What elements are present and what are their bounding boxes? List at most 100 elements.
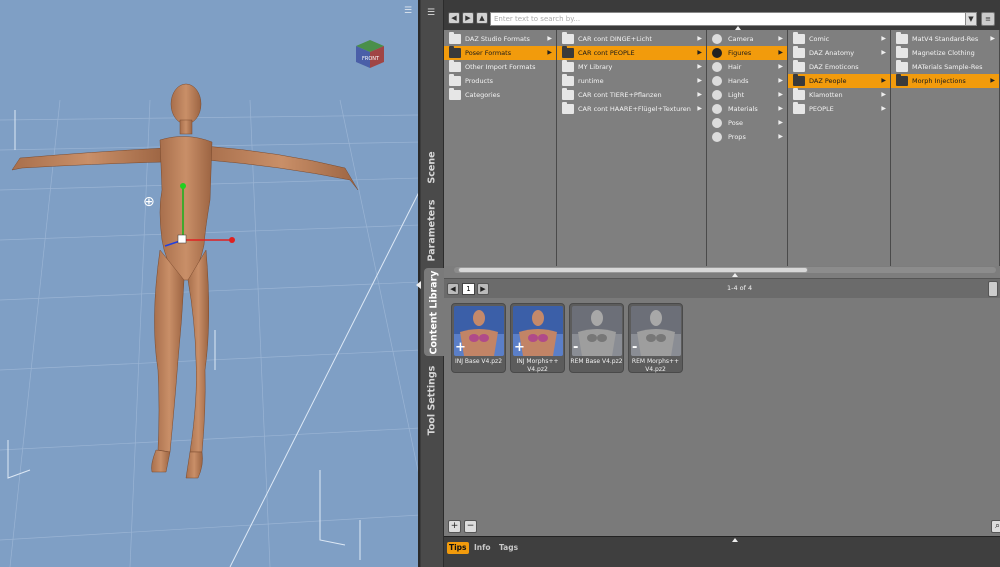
tile-thumbnail	[572, 306, 622, 356]
folder-icon	[793, 102, 805, 114]
item-count: 1-4 of 4	[727, 284, 753, 292]
folder-icon	[562, 60, 574, 72]
next-page-button[interactable]: ▶	[477, 283, 489, 295]
columns-scrollbar[interactable]	[454, 266, 996, 274]
folder-icon	[562, 102, 574, 114]
category-item-label: MY Library	[578, 63, 613, 71]
page-number[interactable]: 1	[462, 283, 475, 295]
category-item[interactable]: DAZ Anatomy ▶	[788, 46, 890, 60]
viewport-menu-icon[interactable]: ☰	[402, 6, 414, 16]
tile-label: REM Base V4.pz2	[570, 358, 623, 365]
chevron-right-icon: ▶	[990, 77, 995, 84]
tab-scene[interactable]: Scene	[421, 140, 443, 195]
category-item[interactable]: DAZ Emoticons	[788, 60, 890, 74]
category-item[interactable]: runtime ▶	[557, 74, 706, 88]
tab-tool-settings[interactable]: Tool Settings	[421, 360, 443, 440]
view-cube-label: FRONT	[362, 56, 380, 62]
category-item[interactable]: Comic ▶	[788, 32, 890, 46]
tab-tips[interactable]: Tips	[447, 542, 469, 554]
category-item[interactable]: MATerials Sample-Res	[891, 60, 999, 74]
remove-button[interactable]: −	[464, 520, 477, 533]
search-options-button[interactable]: ≡	[981, 12, 995, 26]
pager-bar: ◀ 1 ▶ 1-4 of 4	[444, 278, 1000, 298]
category-item[interactable]: DAZ Studio Formats ▶	[444, 32, 556, 46]
chevron-right-icon: ▶	[778, 91, 783, 98]
search-icon[interactable]: ⌕	[991, 520, 1000, 533]
category-item[interactable]: Klamotten ▶	[788, 88, 890, 102]
category-item[interactable]: Figures ▶	[707, 46, 787, 60]
category-item-label: CAR cont TIERE+Pflanzen	[578, 91, 662, 99]
pose-icon	[712, 118, 722, 128]
category-item[interactable]: Hair ▶	[707, 60, 787, 74]
category-item[interactable]: Pose ▶	[707, 116, 787, 130]
folder-icon	[449, 88, 461, 100]
category-item-label: MatV4 Standard-Res	[912, 35, 979, 43]
content-tile[interactable]: + INJ Base V4.pz2	[451, 303, 506, 373]
category-item[interactable]: CAR cont TIERE+Pflanzen ▶	[557, 88, 706, 102]
daz-studio-window: ☰ FRONT ⊕ ☰ Scene Parameters Content Lib…	[0, 0, 1000, 567]
tips-expand-arrow-icon[interactable]	[732, 538, 738, 542]
category-item[interactable]: Camera ▶	[707, 32, 787, 46]
search-dropdown-button[interactable]: ▼	[965, 12, 977, 26]
panel-menu-icon[interactable]: ☰	[427, 8, 439, 18]
category-item-label: Poser Formats	[465, 49, 512, 57]
viewport[interactable]: ☰ FRONT ⊕	[0, 0, 420, 567]
category-item[interactable]: Props ▶	[707, 130, 787, 144]
folder-icon	[793, 46, 805, 58]
category-item[interactable]: Light ▶	[707, 88, 787, 102]
tab-info[interactable]: Info	[472, 542, 493, 554]
category-item-label: Other Import Formats	[465, 63, 536, 71]
category-item[interactable]: DAZ People ▶	[788, 74, 890, 88]
material-icon	[712, 104, 722, 114]
category-item[interactable]: CAR cont HAARE+Flügel+Texturen ▶	[557, 102, 706, 116]
category-item[interactable]: Other Import Formats	[444, 60, 556, 74]
prev-page-button[interactable]: ◀	[447, 283, 459, 295]
category-item[interactable]: Poser Formats ▶	[444, 46, 556, 60]
content-tile[interactable]: - REM Base V4.pz2	[569, 303, 624, 373]
collapse-arrow-icon[interactable]	[416, 281, 421, 289]
view-mode-button[interactable]	[988, 281, 998, 297]
category-column: DAZ Studio Formats ▶ Poser Formats ▶ Other I…	[444, 30, 557, 266]
category-item[interactable]: Magnetize Clothing	[891, 46, 999, 60]
forward-button[interactable]: ▶	[462, 12, 474, 24]
camera-icon	[712, 34, 722, 44]
chevron-right-icon: ▶	[881, 77, 886, 84]
minus-icon: -	[573, 340, 579, 355]
side-tab-strip: ☰ Scene Parameters Content Library Tool …	[416, 0, 444, 567]
props-icon	[712, 132, 722, 142]
add-button[interactable]: +	[448, 520, 461, 533]
category-item[interactable]: Materials ▶	[707, 102, 787, 116]
content-tile[interactable]: + INJ Morphs++ V4.pz2	[510, 303, 565, 373]
female-figure-model[interactable]: ⊕	[0, 80, 420, 500]
tab-tags[interactable]: Tags	[497, 542, 520, 554]
tab-parameters[interactable]: Parameters	[421, 195, 443, 265]
category-item[interactable]: Hands ▶	[707, 74, 787, 88]
content-tile[interactable]: - REM Morphs++ V4.pz2	[628, 303, 683, 373]
back-button[interactable]: ◀	[448, 12, 460, 24]
tile-thumbnail	[631, 306, 681, 356]
view-cube-icon[interactable]: FRONT	[352, 36, 388, 72]
search-input[interactable]	[490, 12, 966, 26]
up-button[interactable]: ▲	[476, 12, 488, 24]
category-item-label: CAR cont HAARE+Flügel+Texturen	[578, 105, 691, 113]
category-item[interactable]: PEOPLE ▶	[788, 102, 890, 116]
scroll-thumb[interactable]	[458, 267, 808, 273]
splitter-arrow-icon[interactable]	[732, 273, 738, 277]
folder-icon	[562, 88, 574, 100]
category-item[interactable]: Morph Injections ▶	[891, 74, 999, 88]
chevron-right-icon: ▶	[778, 35, 783, 42]
category-item[interactable]: MatV4 Standard-Res ▶	[891, 32, 999, 46]
category-item-label: Hair	[728, 63, 742, 71]
folder-icon	[449, 74, 461, 86]
category-item[interactable]: Categories	[444, 88, 556, 102]
category-column: CAR cont DINGE+Licht ▶ CAR cont PEOPLE ▶ MY …	[557, 30, 707, 266]
category-item[interactable]: CAR cont DINGE+Licht ▶	[557, 32, 706, 46]
category-item[interactable]: MY Library ▶	[557, 60, 706, 74]
category-item[interactable]: Products	[444, 74, 556, 88]
chevron-right-icon: ▶	[547, 49, 552, 56]
category-item[interactable]: CAR cont PEOPLE ▶	[557, 46, 706, 60]
tile-label: INJ Morphs++ V4.pz2	[516, 358, 559, 373]
category-item-label: Materials	[728, 105, 758, 113]
tab-content-library[interactable]: Content Library	[424, 268, 444, 356]
chevron-right-icon: ▶	[881, 49, 886, 56]
